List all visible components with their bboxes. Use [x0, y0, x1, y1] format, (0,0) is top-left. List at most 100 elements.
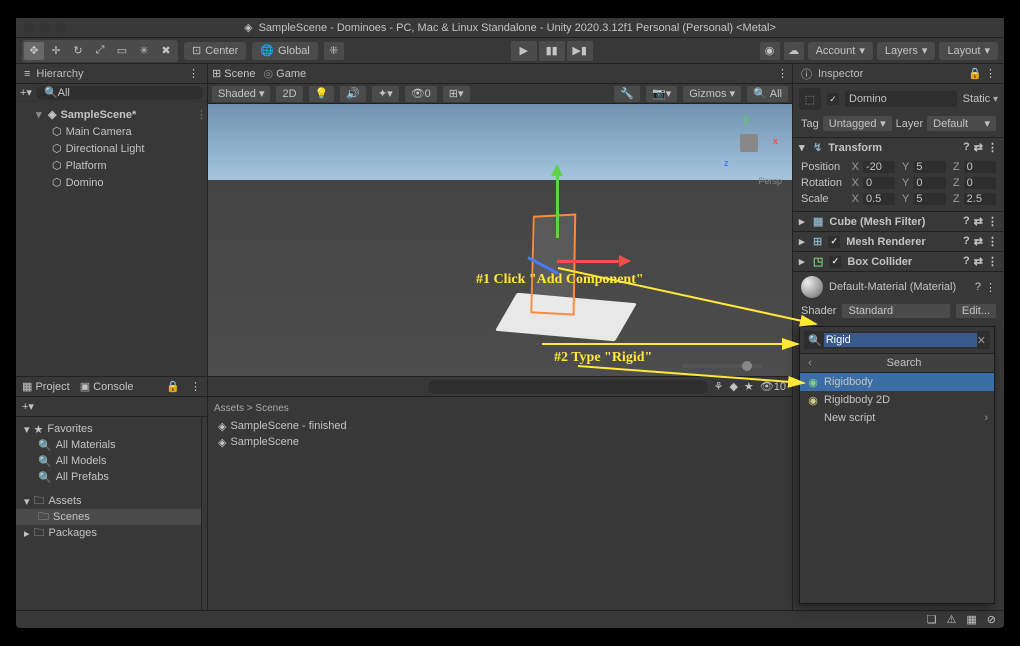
transform-tool[interactable]: ✳ — [134, 42, 154, 60]
dropdown-title: Search — [817, 357, 991, 369]
hierarchy-item[interactable]: ⬡Directional Light — [16, 140, 207, 157]
project-search[interactable] — [428, 380, 708, 394]
shader-dropdown[interactable]: Standard — [842, 304, 949, 318]
hierarchy-tab[interactable]: ≡Hierarchy⋮ — [16, 64, 207, 84]
lock-icon[interactable]: 🔒 — [166, 380, 180, 393]
project-asset[interactable]: ◈SampleScene — [214, 434, 786, 450]
gameobject-icon: ⬡ — [52, 142, 62, 155]
camera-icon[interactable]: 📷▾ — [646, 86, 677, 102]
zoom-slider[interactable] — [682, 364, 762, 368]
hierarchy-item[interactable]: ⬡Main Camera — [16, 123, 207, 140]
favorite-item[interactable]: 🔍All Models — [16, 453, 201, 469]
filter-icon[interactable]: ⚘ — [714, 380, 724, 393]
tools-icon[interactable]: 🔧 — [614, 86, 640, 102]
hidden-toggle[interactable]: 👁0 — [405, 86, 437, 102]
status-icon[interactable]: ❏ — [927, 613, 937, 626]
menu-icon[interactable]: ⋮ — [987, 141, 998, 154]
space-toggle[interactable]: 🌐Global — [252, 42, 318, 60]
game-tab[interactable]: ◎ Game — [263, 67, 306, 80]
static-dropdown[interactable]: Static ▾ — [963, 93, 998, 105]
audio-toggle[interactable]: 🔊 — [340, 86, 366, 102]
edit-button[interactable]: Edit... — [956, 304, 996, 318]
step-button[interactable]: ▶▮ — [567, 41, 593, 61]
filter-icon[interactable]: ◆ — [729, 380, 737, 393]
fx-toggle[interactable]: ✦▾ — [372, 86, 399, 102]
packages-folder[interactable]: ▸🗀Packages — [16, 525, 201, 541]
preset-icon[interactable]: ⇄ — [974, 141, 983, 154]
favorites-header[interactable]: ▾★Favorites — [16, 421, 201, 437]
hierarchy-search[interactable]: 🔍 All — [36, 86, 203, 100]
box-collider-header[interactable]: ▸◳✓Box Collider?⇄⋮ — [793, 251, 1004, 271]
move-tool[interactable]: ✛ — [46, 42, 66, 60]
play-button[interactable]: ▶ — [511, 41, 537, 61]
layout-dropdown[interactable]: Layout ▾ — [939, 42, 998, 60]
scene-search[interactable]: 🔍 All — [747, 86, 788, 102]
rect-tool[interactable]: ▭ — [112, 42, 132, 60]
component-search-input[interactable] — [824, 333, 977, 347]
material-header[interactable]: Default-Material (Material)?⋮ — [793, 271, 1004, 302]
clear-search-button[interactable]: ✕ — [977, 334, 986, 347]
object-name-input[interactable]: Domino — [845, 91, 957, 107]
snap-toggle[interactable]: ⁜ — [324, 42, 344, 60]
rot-x-input[interactable]: 0 — [863, 177, 895, 189]
console-tab[interactable]: ▣ Console — [80, 380, 134, 393]
project-breadcrumb[interactable]: Assets > Scenes — [214, 403, 786, 414]
project-add-button[interactable]: +▾ — [22, 400, 34, 413]
scene-tab[interactable]: ⊞ Scene — [212, 67, 255, 80]
dropdown-item-newscript[interactable]: New script› — [800, 409, 994, 427]
hierarchy-item[interactable]: ⬡Domino — [16, 174, 207, 191]
rot-y-input[interactable]: 0 — [913, 177, 945, 189]
account-dropdown[interactable]: Account ▾ — [808, 42, 873, 60]
grid-toggle[interactable]: ⊞▾ — [443, 86, 470, 102]
scene-viewport[interactable]: y x z Persp ☀ #1 Click "Add Component" #… — [208, 104, 792, 376]
pos-z-input[interactable]: 0 — [964, 161, 996, 173]
tag-dropdown[interactable]: Untagged▾ — [823, 116, 892, 131]
transform-header[interactable]: ▾↯Transform?⇄⋮ — [793, 137, 1004, 157]
project-asset[interactable]: ◈SampleScene - finished — [214, 418, 786, 434]
layers-dropdown[interactable]: Layers ▾ — [877, 42, 936, 60]
filter-icon[interactable]: ★ — [744, 380, 754, 393]
scene-root[interactable]: ▾◈SampleScene*⋮ — [16, 106, 207, 123]
custom-tool[interactable]: ✖ — [156, 42, 176, 60]
project-tab[interactable]: ▦ Project — [22, 380, 70, 393]
favorite-item[interactable]: 🔍All Prefabs — [16, 469, 201, 485]
add-button[interactable]: +▾ — [20, 86, 32, 99]
orientation-gizmo[interactable]: y x z — [722, 116, 776, 170]
pos-x-input[interactable]: -20 — [863, 161, 895, 173]
layer-dropdown[interactable]: Default▾ — [927, 116, 996, 131]
pivot-toggle[interactable]: ⊡Center — [184, 42, 246, 60]
back-button[interactable]: ‹ — [803, 357, 817, 369]
cloud-icon[interactable]: ☁ — [784, 42, 804, 60]
scale-x-input[interactable]: 0.5 — [863, 193, 895, 205]
scale-z-input[interactable]: 2.5 — [964, 193, 996, 205]
gizmos-dropdown[interactable]: Gizmos ▾ — [683, 86, 741, 102]
2d-toggle[interactable]: 2D — [276, 86, 302, 102]
renderer-checkbox[interactable]: ✓ — [828, 236, 840, 248]
hierarchy-item[interactable]: ⬡Platform — [16, 157, 207, 174]
rotate-tool[interactable]: ↻ — [68, 42, 88, 60]
dropdown-item-rigidbody[interactable]: ◉Rigidbody — [800, 373, 994, 391]
inspector-tab[interactable]: ⓘInspector🔒 ⋮ — [793, 64, 1004, 84]
collab-icon[interactable]: ◉ — [760, 42, 780, 60]
favorite-item[interactable]: 🔍All Materials — [16, 437, 201, 453]
help-icon[interactable]: ? — [963, 141, 970, 154]
projection-label[interactable]: Persp — [758, 176, 782, 186]
active-checkbox[interactable]: ✓ — [827, 93, 839, 105]
collider-icon: ◳ — [813, 255, 823, 268]
scale-tool[interactable]: ⤢ — [90, 42, 110, 60]
mesh-renderer-header[interactable]: ▸⊞✓Mesh Renderer?⇄⋮ — [793, 231, 1004, 251]
gameobject-icon[interactable]: ⬚ — [799, 88, 821, 110]
status-icon[interactable]: ⚠ — [947, 613, 957, 626]
pos-y-input[interactable]: 5 — [913, 161, 945, 173]
draw-mode-dropdown[interactable]: Shaded ▾ — [212, 86, 270, 102]
status-icon[interactable]: ▦ — [966, 613, 976, 626]
scale-y-input[interactable]: 5 — [913, 193, 945, 205]
hand-tool[interactable]: ✥ — [24, 42, 44, 60]
pause-button[interactable]: ▮▮ — [539, 41, 565, 61]
rot-z-input[interactable]: 0 — [964, 177, 996, 189]
status-icon[interactable]: ⊘ — [987, 613, 996, 626]
mesh-filter-header[interactable]: ▸▦Cube (Mesh Filter)?⇄⋮ — [793, 211, 1004, 231]
lighting-toggle[interactable]: 💡 — [309, 86, 335, 102]
dropdown-item-rigidbody2d[interactable]: ◉Rigidbody 2D — [800, 391, 994, 409]
collider-checkbox[interactable]: ✓ — [829, 256, 841, 268]
